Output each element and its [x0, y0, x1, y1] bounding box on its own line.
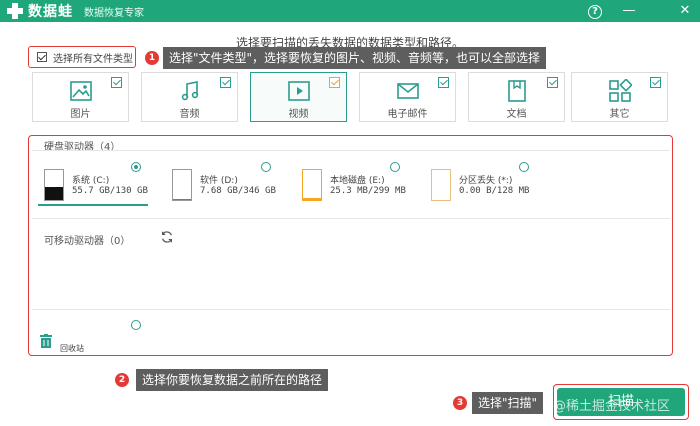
- file-type-audio-label: 音频: [179, 109, 200, 120]
- select-all-checkbox[interactable]: 选择所有文件类型: [28, 46, 136, 68]
- close-button[interactable]: ✕: [676, 2, 694, 20]
- file-type-image[interactable]: 图片: [32, 72, 129, 122]
- drive-d-radio[interactable]: [261, 162, 271, 172]
- image-icon: [69, 81, 92, 101]
- removable-divider-top: [32, 218, 670, 219]
- drive-c-icon: [44, 169, 64, 201]
- help-icon: ?: [588, 5, 602, 19]
- drive-e-radio[interactable]: [390, 162, 400, 172]
- document-icon: [507, 80, 526, 102]
- file-type-video-checkbox[interactable]: [329, 77, 340, 88]
- drive-e-size: 25.3 MB/299 MB: [330, 186, 406, 196]
- recycle-bin-label: 回收站: [60, 344, 84, 353]
- music-icon: [181, 81, 198, 101]
- callout-number-1: 1: [145, 51, 159, 65]
- video-icon: [287, 81, 310, 101]
- other-icon: [608, 79, 632, 102]
- drive-lost-partition-icon: [431, 169, 451, 201]
- callout-2-text: 选择你要恢复数据之前所在的路径: [136, 369, 329, 391]
- callout-number-3: 3: [453, 396, 467, 410]
- drive-lost-partition-radio[interactable]: [519, 162, 529, 172]
- file-type-video-label: 视频: [288, 109, 309, 120]
- email-icon: [396, 83, 419, 99]
- file-type-image-checkbox[interactable]: [111, 77, 122, 88]
- refresh-icon[interactable]: [160, 230, 174, 244]
- drive-d-name: 软件 (D:): [200, 176, 238, 186]
- close-icon: ✕: [679, 3, 691, 18]
- drive-e-name: 本地磁盘 (E:): [330, 176, 385, 186]
- trash-icon: [40, 334, 52, 348]
- drive-c-size: 55.7 GB/130 GB: [72, 186, 148, 196]
- drive-lost-partition[interactable]: 分区丢失 (*:) 0.00 B/128 MB: [431, 169, 531, 205]
- checkbox-checked-icon: [37, 52, 47, 62]
- watermark: @稀土掘金技术社区: [553, 399, 671, 414]
- drive-d-size: 7.68 GB/346 GB: [200, 186, 276, 196]
- removable-drives-title: 可移动驱动器（0）: [44, 236, 131, 247]
- select-all-label: 选择所有文件类型: [53, 53, 133, 65]
- file-type-audio-checkbox[interactable]: [220, 77, 231, 88]
- hard-drives-divider: [32, 150, 670, 151]
- help-button[interactable]: ?: [586, 2, 604, 20]
- drive-c-selected-indicator: [38, 204, 148, 206]
- file-type-image-label: 图片: [70, 109, 91, 120]
- drive-d[interactable]: 软件 (D:) 7.68 GB/346 GB: [172, 169, 276, 205]
- file-type-email[interactable]: 电子邮件: [359, 72, 456, 122]
- app-subtitle: 数据恢复专家: [84, 8, 144, 19]
- app-logo-text: 数据蛙: [28, 4, 73, 20]
- drive-c-name: 系统 (C:): [72, 176, 110, 186]
- callout-number-2: 2: [115, 373, 129, 387]
- minimize-icon: —: [622, 3, 636, 18]
- recycle-divider: [32, 309, 670, 310]
- drive-e-icon: [302, 169, 322, 201]
- drive-lost-partition-name: 分区丢失 (*:): [459, 176, 513, 186]
- drive-c-radio[interactable]: [131, 162, 141, 172]
- file-type-email-checkbox[interactable]: [438, 77, 449, 88]
- app-logo: 数据蛙: [6, 1, 73, 21]
- file-type-video[interactable]: 视频: [250, 72, 347, 122]
- minimize-button[interactable]: —: [620, 2, 638, 20]
- file-type-email-label: 电子邮件: [387, 109, 428, 120]
- drive-d-icon: [172, 169, 192, 201]
- recycle-bin-radio[interactable]: [131, 320, 141, 330]
- logo-cross-icon: [6, 2, 24, 20]
- file-type-document[interactable]: 文档: [468, 72, 565, 122]
- drive-lost-partition-size: 0.00 B/128 MB: [459, 186, 530, 196]
- drive-e[interactable]: 本地磁盘 (E:) 25.3 MB/299 MB: [302, 169, 406, 205]
- file-type-audio[interactable]: 音频: [141, 72, 238, 122]
- title-bar: 数据蛙 数据恢复专家 ? — ✕: [0, 0, 700, 22]
- drive-c[interactable]: 系统 (C:) 55.7 GB/130 GB: [44, 169, 149, 205]
- callout-1-text: 选择"文件类型"，选择要恢复的图片、视频、音频等，也可以全部选择: [163, 47, 547, 69]
- file-type-other-label: 其它: [609, 109, 630, 120]
- file-type-document-label: 文档: [506, 109, 527, 120]
- callout-3-text: 选择"扫描": [472, 392, 544, 414]
- file-type-other-checkbox[interactable]: [650, 77, 661, 88]
- file-type-document-checkbox[interactable]: [547, 77, 558, 88]
- file-type-other[interactable]: 其它: [571, 72, 668, 122]
